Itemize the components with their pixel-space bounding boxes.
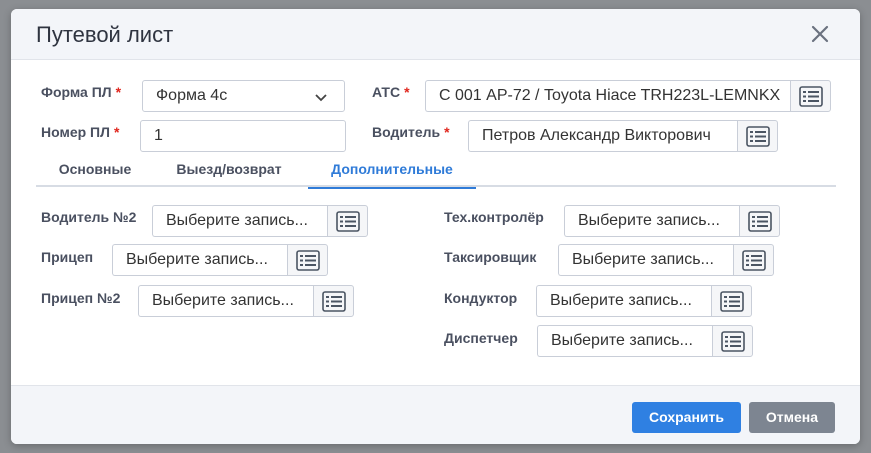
list-icon [720,291,744,312]
nomer-pl-input[interactable]: 1 [140,120,346,152]
list-icon [322,291,346,312]
list-icon [748,211,772,232]
cancel-button[interactable]: Отмена [749,402,835,433]
pricep-lookup-button[interactable] [287,244,328,276]
pricep2-input[interactable]: Выберите запись... [138,285,313,317]
taksirovshchik-lookup-button[interactable] [733,244,774,276]
voditel2-lookup: Выберите запись... [152,205,368,237]
tab-dopolnitelnye[interactable]: Дополнительные [308,151,476,189]
ats-input[interactable]: С 001 АР-72 / Toyota Hiace TRH223L-LEMNK… [425,80,790,112]
chevron-down-icon [315,94,327,102]
tekh-kontroler-input[interactable]: Выберите запись... [564,205,739,237]
close-icon [811,25,829,43]
voditel-lookup-button[interactable] [737,120,778,152]
pricep-input[interactable]: Выберите запись... [112,244,287,276]
dialog-header: Путевой лист [11,9,860,60]
voditel2-lookup-button[interactable] [327,205,368,237]
pricep2-label: Прицеп №2 [41,290,121,306]
voditel-label: Водитель * [372,124,450,140]
close-button[interactable] [807,21,833,47]
pricep2-lookup: Выберите запись... [138,285,354,317]
taksirovshchik-label: Таксировщик [444,249,537,265]
konduktor-lookup: Выберите запись... [536,285,752,317]
forma-pl-label: Форма ПЛ * [41,84,122,100]
taksirovshchik-lookup: Выберите запись... [558,244,774,276]
dialog-footer: Сохранить Отмена [11,385,860,444]
voditel-lookup: Петров Александр Викторович [468,120,778,152]
dispetcher-lookup-button[interactable] [712,325,753,357]
list-icon [336,211,360,232]
taksirovshchik-input[interactable]: Выберите запись... [558,244,733,276]
waybill-dialog: Путевой лист Форма ПЛ * Форма 4с АТС * С 0… [11,9,860,444]
tekh-kontroler-lookup: Выберите запись... [564,205,780,237]
pricep-lookup: Выберите запись... [112,244,328,276]
konduktor-label: Кондуктор [444,290,518,306]
ats-lookup-button[interactable] [790,80,831,112]
ats-label: АТС * [372,84,410,100]
tab-vyezd-vozvrat[interactable]: Выезд/возврат [164,151,294,187]
ats-lookup: С 001 АР-72 / Toyota Hiace TRH223L-LEMNK… [425,80,831,112]
pricep2-lookup-button[interactable] [313,285,354,317]
tekh-kontroler-lookup-button[interactable] [739,205,780,237]
list-icon [799,86,823,107]
dispetcher-lookup: Выберите запись... [537,325,753,357]
list-icon [296,250,320,271]
dispetcher-label: Диспетчер [444,330,518,346]
pricep-label: Прицеп [41,249,94,265]
konduktor-lookup-button[interactable] [711,285,752,317]
list-icon [721,331,745,352]
save-button[interactable]: Сохранить [632,402,741,433]
konduktor-input[interactable]: Выберите запись... [536,285,711,317]
nomer-pl-label: Номер ПЛ * [41,124,120,140]
list-icon [742,250,766,271]
forma-pl-value: Форма 4с [156,87,228,104]
voditel-input[interactable]: Петров Александр Викторович [468,120,737,152]
voditel2-label: Водитель №2 [41,209,137,225]
tab-bar: Основные Выезд/возврат Дополнительные [36,151,836,189]
tekh-kontroler-label: Тех.контролёр [444,209,544,225]
dispetcher-input[interactable]: Выберите запись... [537,325,712,357]
forma-pl-select[interactable]: Форма 4с [142,80,345,112]
voditel2-input[interactable]: Выберите запись... [152,205,327,237]
dialog-title: Путевой лист [36,22,174,47]
tab-osnovnye[interactable]: Основные [36,151,154,187]
list-icon [746,126,770,147]
